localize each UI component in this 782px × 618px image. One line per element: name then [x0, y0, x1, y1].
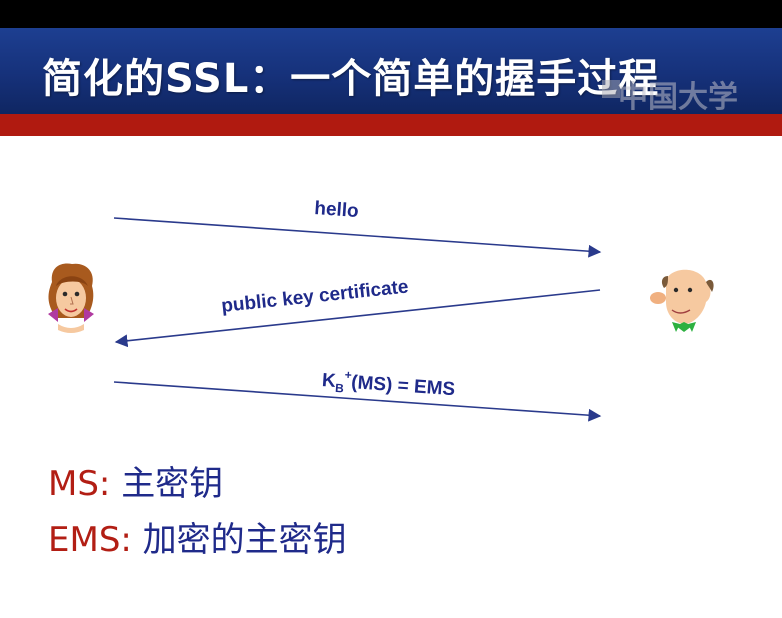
hello-arrow	[113, 217, 602, 258]
bob-icon	[650, 269, 714, 332]
legend-ems-key: EMS:	[48, 520, 132, 560]
ems-label-rest: (MS) = EMS	[351, 372, 456, 400]
ems-label-sub: B	[335, 381, 345, 396]
legend-ms-value: 主密钥	[121, 464, 224, 504]
legend-ms: MS: 主密钥	[48, 456, 223, 505]
hello-label: hello	[314, 198, 360, 222]
certificate-label: public key certificate	[220, 276, 409, 317]
alice-icon	[48, 263, 94, 333]
legend-ems-value: 加密的主密钥	[142, 520, 347, 560]
legend-ms-key: MS:	[48, 464, 111, 504]
legend-ems: EMS: 加密的主密钥	[48, 512, 347, 561]
